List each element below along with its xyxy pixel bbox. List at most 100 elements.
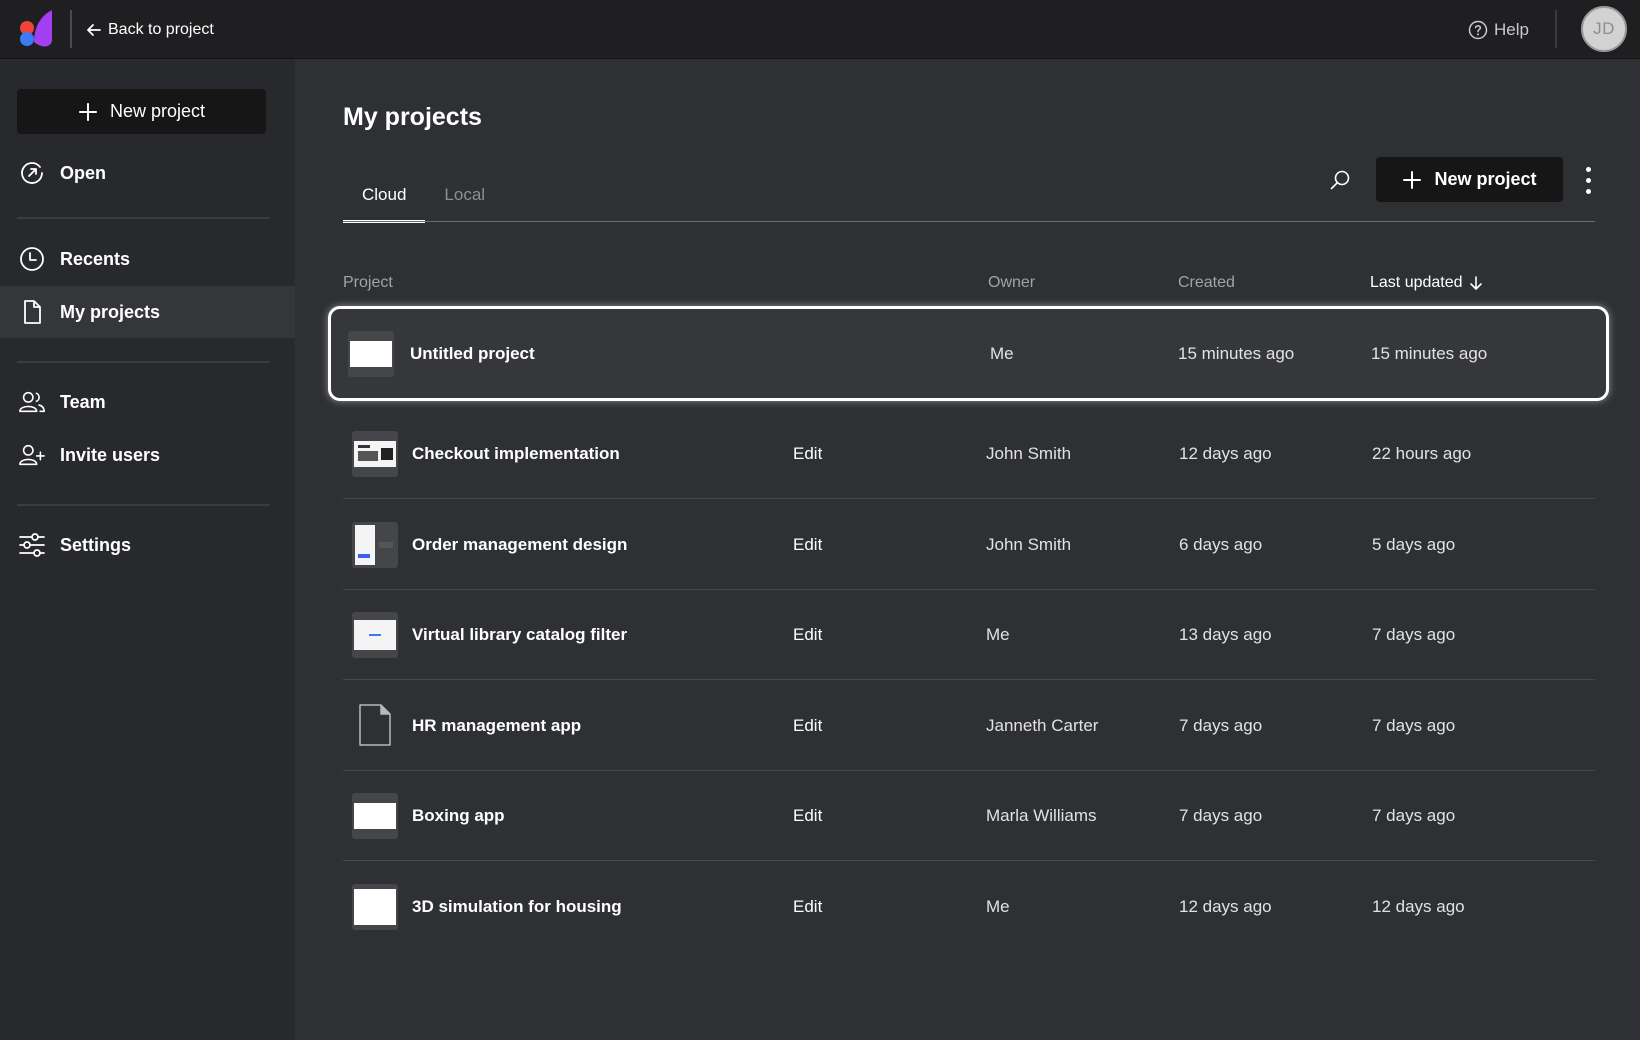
project-name: Boxing app	[412, 806, 505, 825]
project-name: Checkout implementation	[412, 444, 620, 463]
sidebar-item-label: Recents	[60, 248, 131, 269]
project-row[interactable]: Virtual library catalog filter Edit Me 1…	[343, 590, 1595, 680]
sidebar-new-project-label: New project	[109, 101, 206, 121]
edit-link[interactable]: Edit	[793, 444, 822, 464]
help-link[interactable]: Help	[1468, 18, 1529, 42]
project-created: 7 days ago	[1179, 806, 1263, 825]
file-icon	[18, 298, 46, 326]
project-owner: Me	[986, 897, 1010, 916]
sidebar-divider	[17, 217, 270, 219]
back-to-project-label: Back to project	[108, 21, 214, 38]
project-thumbnail	[352, 793, 398, 839]
tab-local[interactable]: Local	[425, 185, 504, 223]
clock-icon	[18, 245, 46, 273]
sidebar-item-settings[interactable]: Settings	[0, 519, 295, 571]
column-header-label: Project	[343, 274, 393, 291]
sort-descending-icon	[1469, 276, 1482, 290]
sidebar-item-invite-users[interactable]: Invite users	[0, 429, 295, 481]
plus-icon	[1403, 170, 1422, 189]
project-created: 13 days ago	[1179, 625, 1272, 644]
column-header-created[interactable]: Created	[1178, 274, 1235, 292]
search-icon	[1330, 170, 1350, 190]
column-header-last-updated[interactable]: Last updated	[1370, 274, 1483, 292]
edit-link[interactable]: Edit	[793, 897, 822, 917]
project-row[interactable]: Checkout implementation Edit John Smith …	[343, 409, 1595, 499]
project-thumbnail	[352, 431, 398, 477]
sidebar-divider	[17, 361, 270, 363]
sidebar: New project Open Recents My projects Tea…	[0, 59, 295, 1040]
project-owner: Me	[986, 625, 1010, 644]
project-last-updated: 5 days ago	[1372, 535, 1456, 554]
project-created: 15 minutes ago	[1178, 344, 1295, 363]
project-created: 12 days ago	[1179, 897, 1272, 916]
project-thumbnail	[348, 331, 394, 377]
column-header-label: Last updated	[1370, 274, 1463, 291]
help-label: Help	[1494, 20, 1529, 39]
user-avatar[interactable]: JD	[1581, 6, 1627, 52]
project-row[interactable]: 3D simulation for housing Edit Me 12 day…	[343, 862, 1595, 952]
tab-bar: Cloud Local	[343, 185, 504, 223]
sidebar-item-label: My projects	[60, 301, 161, 322]
project-last-updated: 7 days ago	[1372, 806, 1456, 825]
project-owner: Janneth Carter	[986, 716, 1099, 735]
project-owner: Me	[990, 344, 1014, 363]
column-header-label: Created	[1178, 274, 1235, 291]
sidebar-item-team[interactable]: Team	[0, 376, 295, 428]
add-user-icon	[18, 441, 46, 469]
arrow-left-icon	[87, 24, 101, 36]
project-row[interactable]: HR management app Edit Janneth Carter 7 …	[343, 681, 1595, 771]
project-thumbnail	[352, 522, 398, 568]
help-icon	[1468, 20, 1488, 40]
search-button[interactable]	[1326, 166, 1354, 194]
edit-link[interactable]: Edit	[793, 535, 822, 555]
project-owner: John Smith	[986, 444, 1072, 463]
sidebar-divider	[17, 504, 270, 506]
new-project-label: New project	[1434, 169, 1537, 189]
project-last-updated: 12 days ago	[1372, 897, 1465, 916]
sidebar-item-recents[interactable]: Recents	[0, 233, 295, 285]
more-options-icon[interactable]	[1578, 163, 1598, 197]
new-project-button[interactable]: New project	[1376, 157, 1563, 202]
team-icon	[18, 388, 46, 416]
sidebar-new-project-button[interactable]: New project	[17, 89, 266, 134]
project-name: 3D simulation for housing	[412, 897, 622, 916]
project-name: HR management app	[412, 716, 582, 735]
sidebar-item-open[interactable]: Open	[0, 147, 295, 199]
tab-cloud[interactable]: Cloud	[343, 185, 426, 223]
column-header-label: Owner	[988, 274, 1036, 291]
open-icon	[18, 159, 46, 187]
edit-link[interactable]: Edit	[793, 625, 822, 645]
sidebar-item-label: Invite users	[60, 444, 161, 465]
plus-icon	[78, 102, 97, 121]
sidebar-item-label: Settings	[60, 534, 132, 555]
column-header-owner[interactable]: Owner	[988, 274, 1035, 292]
project-name: Virtual library catalog filter	[412, 625, 628, 644]
sidebar-item-label: Team	[60, 391, 106, 412]
project-last-updated: 15 minutes ago	[1371, 344, 1488, 363]
project-created: 12 days ago	[1179, 444, 1272, 463]
page-title: My projects	[343, 103, 482, 131]
project-created: 7 days ago	[1179, 716, 1263, 735]
sliders-icon	[18, 531, 46, 559]
tab-bar-divider	[343, 221, 1595, 222]
topbar-divider	[70, 10, 72, 48]
top-bar: Back to project Help JD	[0, 0, 1640, 59]
project-row[interactable]: Boxing app Edit Marla Williams 7 days ag…	[343, 771, 1595, 861]
project-row-selected[interactable]: Untitled project Me 15 minutes ago 15 mi…	[328, 306, 1609, 401]
project-name: Order management design	[412, 535, 628, 554]
edit-link[interactable]: Edit	[793, 716, 822, 736]
edit-link[interactable]: Edit	[793, 806, 822, 826]
project-last-updated: 7 days ago	[1372, 716, 1456, 735]
project-name: Untitled project	[410, 344, 535, 363]
back-to-project-link[interactable]: Back to project	[86, 18, 214, 42]
project-last-updated: 7 days ago	[1372, 625, 1456, 644]
project-thumbnail	[352, 884, 398, 930]
column-header-project[interactable]: Project	[343, 274, 393, 292]
sidebar-item-my-projects[interactable]: My projects	[0, 286, 295, 338]
project-created: 6 days ago	[1179, 535, 1263, 554]
topbar-divider-right	[1555, 10, 1557, 48]
project-row[interactable]: Order management design Edit John Smith …	[343, 500, 1595, 590]
app-logo-icon[interactable]	[18, 8, 56, 50]
project-last-updated: 22 hours ago	[1372, 444, 1472, 463]
blank-file-icon	[359, 704, 391, 746]
